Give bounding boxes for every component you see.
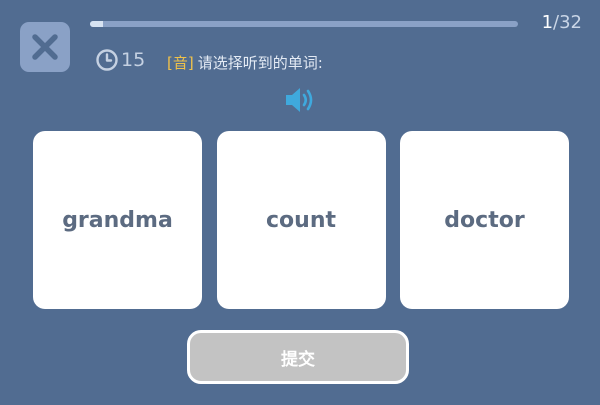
submit-button[interactable]: 提交 bbox=[187, 330, 409, 384]
play-audio-button[interactable] bbox=[283, 84, 317, 116]
close-icon bbox=[32, 34, 58, 60]
clock-icon bbox=[96, 49, 118, 71]
question-prompt: [音] 请选择听到的单词: bbox=[167, 52, 323, 73]
question-type-tag: [音] bbox=[167, 54, 194, 72]
option-card-doctor[interactable]: doctor bbox=[400, 131, 569, 309]
progress-total: 32 bbox=[559, 12, 582, 33]
timer: 15 bbox=[95, 48, 145, 72]
progress-fill bbox=[90, 21, 103, 27]
progress-counter: 1/32 bbox=[542, 12, 582, 33]
option-card-count[interactable]: count bbox=[216, 131, 386, 309]
progress-current: 1 bbox=[541, 12, 554, 33]
close-button[interactable] bbox=[20, 22, 70, 72]
speaker-icon bbox=[286, 88, 313, 112]
option-card-grandma[interactable]: grandma bbox=[33, 131, 202, 309]
question-text: 请选择听到的单词: bbox=[197, 54, 323, 72]
answer-options: grandma count doctor bbox=[33, 131, 569, 309]
progress-bar bbox=[90, 21, 518, 27]
timer-seconds: 15 bbox=[121, 49, 146, 71]
